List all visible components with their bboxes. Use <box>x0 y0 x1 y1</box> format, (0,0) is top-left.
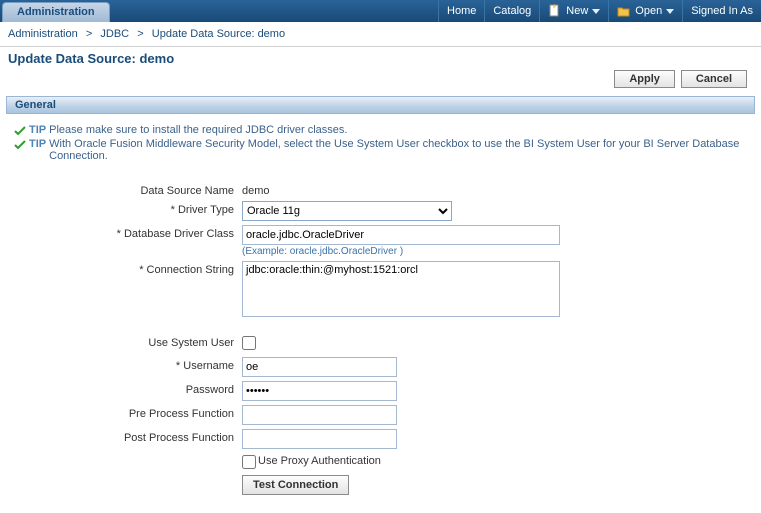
label-password: Password <box>14 381 242 396</box>
nav-home-label: Home <box>447 5 476 17</box>
nav-signed-in[interactable]: Signed In As <box>682 0 761 22</box>
breadcrumb-admin[interactable]: Administration <box>8 28 78 40</box>
chevron-down-icon <box>592 9 600 14</box>
folder-open-icon <box>617 4 631 18</box>
breadcrumb-sep: > <box>132 28 149 40</box>
proxy-auth-checkbox[interactable] <box>242 455 256 469</box>
label-driver-type: * Driver Type <box>14 201 242 216</box>
breadcrumb-current: Update Data Source: demo <box>152 28 285 40</box>
nav-open-label: Open <box>635 5 662 17</box>
chevron-down-icon <box>666 9 674 14</box>
tip-text-1: Please make sure to install the required… <box>49 124 347 136</box>
label-proxy-auth: Use Proxy Authentication <box>258 455 381 467</box>
breadcrumb: Administration > JDBC > Update Data Sour… <box>0 22 761 47</box>
driver-class-input[interactable] <box>242 225 560 245</box>
username-input[interactable] <box>242 357 397 377</box>
tip-label: TIP <box>29 138 46 150</box>
label-connection-string: * Connection String <box>14 261 242 276</box>
admin-tab[interactable]: Administration <box>2 2 110 22</box>
apply-button[interactable]: Apply <box>614 70 675 88</box>
check-icon <box>14 125 26 137</box>
pre-process-input[interactable] <box>242 405 397 425</box>
nav-signed-in-label: Signed In As <box>691 5 753 17</box>
label-driver-class: * Database Driver Class <box>14 225 242 240</box>
section-general: General <box>6 96 755 114</box>
page-title: Update Data Source: demo <box>8 51 174 66</box>
data-source-form: Data Source Name demo * Driver Type Orac… <box>14 182 747 495</box>
nav-open[interactable]: Open <box>608 0 682 22</box>
driver-class-example: (Example: oracle.jdbc.OracleDriver ) <box>242 246 560 257</box>
nav-new-label: New <box>566 5 588 17</box>
nav-new[interactable]: New <box>539 0 608 22</box>
test-connection-button[interactable]: Test Connection <box>242 475 349 495</box>
tip-row: TIP With Oracle Fusion Middleware Securi… <box>14 138 747 162</box>
label-data-source-name: Data Source Name <box>14 182 242 197</box>
label-pre-process: Pre Process Function <box>14 405 242 420</box>
breadcrumb-jdbc[interactable]: JDBC <box>100 28 129 40</box>
nav-catalog-label: Catalog <box>493 5 531 17</box>
tip-row: TIP Please make sure to install the requ… <box>14 124 747 137</box>
tip-text-2: With Oracle Fusion Middleware Security M… <box>49 138 747 162</box>
label-post-process: Post Process Function <box>14 429 242 444</box>
password-input[interactable] <box>242 381 397 401</box>
use-system-user-checkbox[interactable] <box>242 336 256 350</box>
label-username: * Username <box>14 357 242 372</box>
breadcrumb-sep: > <box>81 28 98 40</box>
driver-type-select[interactable]: Oracle 11g <box>242 201 452 221</box>
tip-label: TIP <box>29 124 46 136</box>
connection-string-input[interactable]: <span></span> <box>242 261 560 317</box>
check-icon <box>14 139 26 151</box>
cancel-button[interactable]: Cancel <box>681 70 747 88</box>
post-process-input[interactable] <box>242 429 397 449</box>
top-nav-bar: Administration Home Catalog New Open Sig… <box>0 0 761 22</box>
new-document-icon <box>548 4 562 18</box>
nav-catalog[interactable]: Catalog <box>484 0 539 22</box>
nav-home[interactable]: Home <box>438 0 484 22</box>
label-use-system-user: Use System User <box>14 334 242 349</box>
value-data-source-name: demo <box>242 182 270 197</box>
